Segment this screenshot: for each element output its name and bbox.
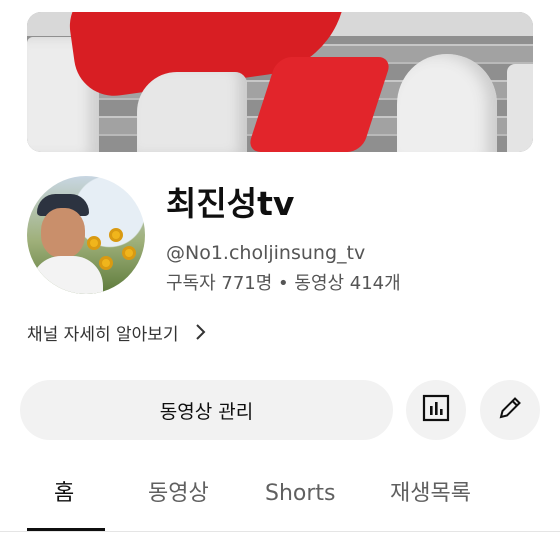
tab-playlists[interactable]: 재생목록 <box>390 476 471 512</box>
channel-about-link[interactable]: 채널 자세히 알아보기 <box>27 318 209 346</box>
pencil-icon <box>495 393 525 427</box>
channel-about-label: 채널 자세히 알아보기 <box>27 324 179 345</box>
channel-avatar[interactable] <box>27 176 145 294</box>
channel-tabs: 홈 동영상 Shorts 재생목록 <box>0 470 560 532</box>
tab-home[interactable]: 홈 <box>54 476 74 512</box>
chevron-right-icon <box>191 323 209 341</box>
tabs-divider <box>0 531 560 532</box>
channel-banner <box>27 12 533 152</box>
analytics-button[interactable] <box>406 380 466 440</box>
edit-channel-button[interactable] <box>480 380 540 440</box>
channel-title: 최진성tv <box>166 184 295 223</box>
tab-videos[interactable]: 동영상 <box>148 476 209 512</box>
analytics-icon <box>421 393 451 427</box>
channel-handle: @No1.choljinsung_tv <box>166 242 366 264</box>
manage-videos-button[interactable]: 동영상 관리 <box>20 380 393 440</box>
tab-shorts[interactable]: Shorts <box>265 476 336 512</box>
channel-stats: 구독자 771명 • 동영상 414개 <box>166 273 401 294</box>
